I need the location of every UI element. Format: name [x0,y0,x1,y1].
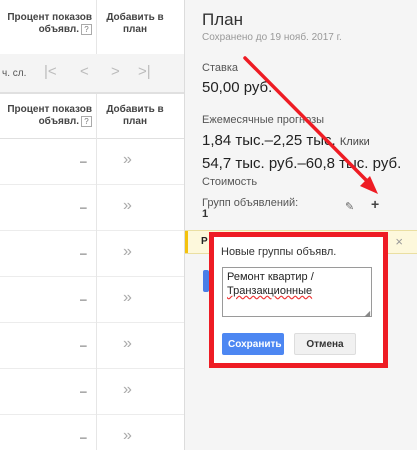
table-header-top: Процент показов объявл.? Добавить в план [0,0,184,55]
plan-saved-date: Сохранено до 19 нояб. 2017 г. [202,32,342,43]
question-icon[interactable]: ? [81,116,92,127]
clicks-value: 1,84 тыс.–2,25 тыс. [202,132,336,149]
impressions-value: – [80,200,87,214]
clicks-forecast: 1,84 тыс.–2,25 тыс. Клики [202,132,370,149]
adgroup-name-textarea[interactable]: Ремонт квартир / Транзакционные [222,267,372,317]
forecast-label: Ежемесячные прогнозы [202,114,325,126]
adgroups-label: Групп объявлений: [202,197,299,209]
save-button[interactable]: Сохранить [222,333,284,355]
adgroups-count: 1 [202,208,209,220]
table-row: – » [0,414,184,450]
plan-title: План [202,10,243,29]
popup-title: Новые группы объявл. [221,246,337,258]
bid-value[interactable]: 50,00 руб. [202,79,272,96]
impressions-value: – [80,246,87,260]
pencil-icon[interactable]: ✎ [345,200,354,213]
first-page-button[interactable]: |< [44,63,57,80]
bid-label: Ставка [202,62,238,74]
plus-icon[interactable]: + [371,196,379,212]
impressions-value: – [80,154,87,168]
col-header-impressions-2[interactable]: Процент показов объявл.? [2,104,92,128]
table-row: – » [0,138,184,185]
strip-accent [185,231,188,253]
new-adgroups-popup: Новые группы объявл. Ремонт квартир / Тр… [209,232,388,368]
add-to-plan-button[interactable]: » [123,381,132,399]
impressions-value: – [80,292,87,306]
close-icon[interactable]: × [395,234,403,249]
table-row: – » [0,184,184,231]
cost-label: Стоимость [202,176,258,188]
impressions-value: – [80,384,87,398]
prev-page-button[interactable]: < [80,63,89,80]
add-to-plan-button[interactable]: » [123,335,132,353]
cancel-button[interactable]: Отмена [294,333,356,355]
table-row: – » [0,322,184,369]
textarea-line-1: Ремонт квартир / [227,271,314,283]
add-to-plan-button[interactable]: » [123,197,132,215]
col-header-impressions[interactable]: Процент показов объявл.? [2,12,92,36]
cost-value: 54,7 тыс. руб.–60,8 тыс. руб. [202,155,402,172]
textarea-line-2: Транзакционные [227,285,313,297]
table-header-bottom: Процент показов объявл.? Добавить в план [0,93,184,139]
table-row: – » [0,276,184,323]
col-header-add-to-plan: Добавить в план [106,12,164,35]
add-to-plan-button[interactable]: » [123,289,132,307]
last-page-button[interactable]: >| [138,63,151,80]
strip-label: Р [201,236,208,247]
impressions-value: – [80,338,87,352]
table-row: – » [0,230,184,277]
pagination-bar: ч. сл. |< < > >| [0,54,184,93]
pager-label: ч. сл. [2,68,27,79]
add-to-plan-button[interactable]: » [123,243,132,261]
add-to-plan-button[interactable]: » [123,151,132,169]
clicks-unit: Клики [339,136,370,148]
plan-panel: План Сохранено до 19 нояб. 2017 г. Ставк… [185,0,417,450]
impressions-value: – [80,430,87,444]
keywords-table-panel: Процент показов объявл.? Добавить в план… [0,0,184,450]
add-to-plan-button[interactable]: » [123,427,132,445]
next-page-button[interactable]: > [111,63,120,80]
table-row: – » [0,368,184,415]
resize-handle-icon[interactable]: ◢ [364,309,370,318]
col-header-add-to-plan-2: Добавить в план [106,104,164,127]
question-icon[interactable]: ? [81,24,92,35]
